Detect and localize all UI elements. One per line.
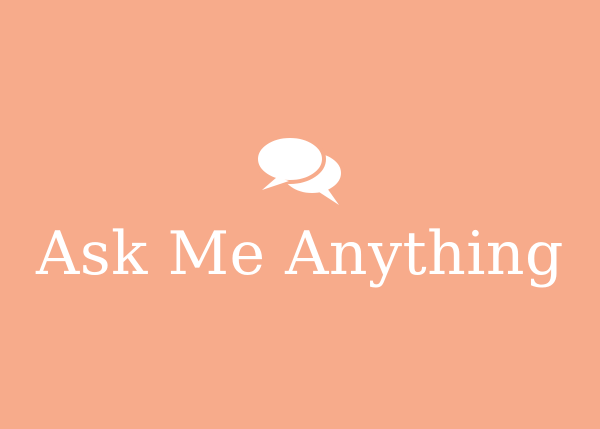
chat-bubbles-icon bbox=[254, 135, 345, 205]
headline-title: Ask Me Anything bbox=[36, 219, 564, 289]
ama-banner: Ask Me Anything bbox=[0, 0, 600, 429]
